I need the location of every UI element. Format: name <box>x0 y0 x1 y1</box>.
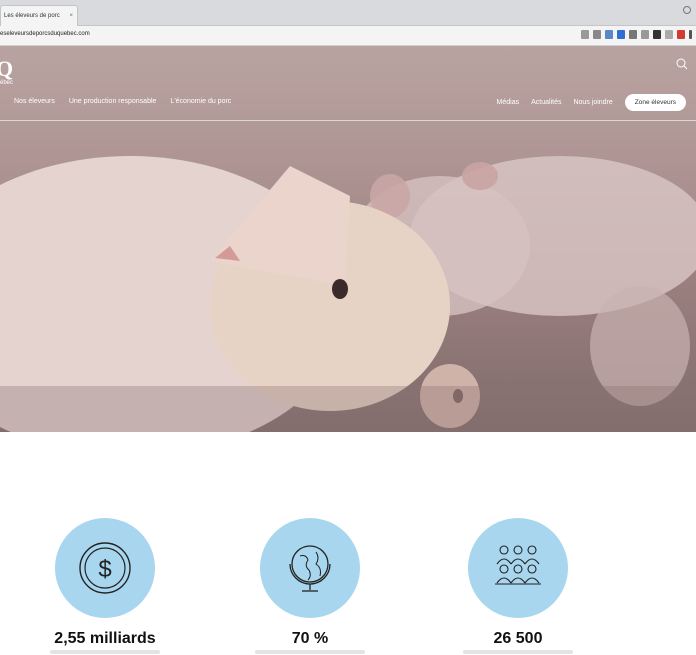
nav-item-medias[interactable]: Médias <box>497 99 520 106</box>
stat-value: 26 500 <box>493 630 543 647</box>
dollar-coin-icon: $ <box>79 542 131 594</box>
dark-icon[interactable] <box>653 30 661 39</box>
menu-icon[interactable] <box>689 30 692 39</box>
url-text[interactable]: eseleveursdeporcsduquebec.com <box>0 31 90 37</box>
nav-left: Nos éleveurs Une production responsable … <box>14 98 231 105</box>
nav-item-nous-joindre[interactable]: Nous joindre <box>573 99 612 106</box>
nav-item-actualites[interactable]: Actualités <box>531 99 561 106</box>
browser-tab-bar: Les éleveurs de porc × <box>0 0 696 26</box>
puzzle-icon[interactable] <box>629 30 637 39</box>
red-icon[interactable] <box>677 30 685 39</box>
stat-revenue: $ 2,55 milliards <box>25 518 185 654</box>
stat-circle <box>260 518 360 618</box>
stat-jobs: 26 500 <box>438 518 598 654</box>
extension-icon[interactable] <box>605 30 613 39</box>
stat-caption-placeholder <box>50 650 160 654</box>
logo-mark: Q <box>0 56 14 81</box>
stats-section: $ 2,55 milliards 70 % 26 500 <box>0 432 696 655</box>
stat-export: 70 % <box>230 518 390 654</box>
extension-toolbar <box>581 30 692 39</box>
site-logo[interactable]: Q ébec <box>0 56 20 90</box>
address-bar[interactable]: eseleveursdeporcsduquebec.com <box>0 26 696 46</box>
people-group-icon <box>495 545 541 585</box>
star-icon[interactable] <box>581 30 589 39</box>
nav-item-economie-du-porc[interactable]: L'économie du porc <box>170 98 231 105</box>
browser-tab[interactable]: Les éleveurs de porc × <box>0 5 78 26</box>
profile-icon[interactable] <box>683 6 691 14</box>
stat-caption-placeholder <box>463 650 573 654</box>
hero-banner: Q ébec Nos éleveurs Une production respo… <box>0 46 696 432</box>
doc-icon[interactable] <box>641 30 649 39</box>
nav-item-nos-eleveurs[interactable]: Nos éleveurs <box>14 98 55 105</box>
logo-text: ébec <box>0 80 14 86</box>
tab-title: Les éleveurs de porc <box>4 13 60 19</box>
nav-right: Médias Actualités Nous joindre Zone élev… <box>497 94 686 111</box>
stat-value: 2,55 milliards <box>54 630 156 647</box>
globe-icon <box>289 545 331 592</box>
nav-divider <box>0 120 696 121</box>
blue-icon[interactable] <box>617 30 625 39</box>
close-icon[interactable]: × <box>69 6 73 26</box>
zone-eleveurs-button[interactable]: Zone éleveurs <box>624 94 686 111</box>
square-icon[interactable] <box>593 30 601 39</box>
stat-circle <box>468 518 568 618</box>
stat-value: 70 % <box>291 630 329 647</box>
stat-circle: $ <box>55 518 155 618</box>
search-icon[interactable] <box>676 58 688 70</box>
grid-icon[interactable] <box>665 30 673 39</box>
stat-caption-placeholder <box>255 650 365 654</box>
main-nav: Nos éleveurs Une production responsable … <box>0 94 696 116</box>
svg-text:$: $ <box>98 556 111 583</box>
nav-item-production-responsable[interactable]: Une production responsable <box>69 98 157 105</box>
